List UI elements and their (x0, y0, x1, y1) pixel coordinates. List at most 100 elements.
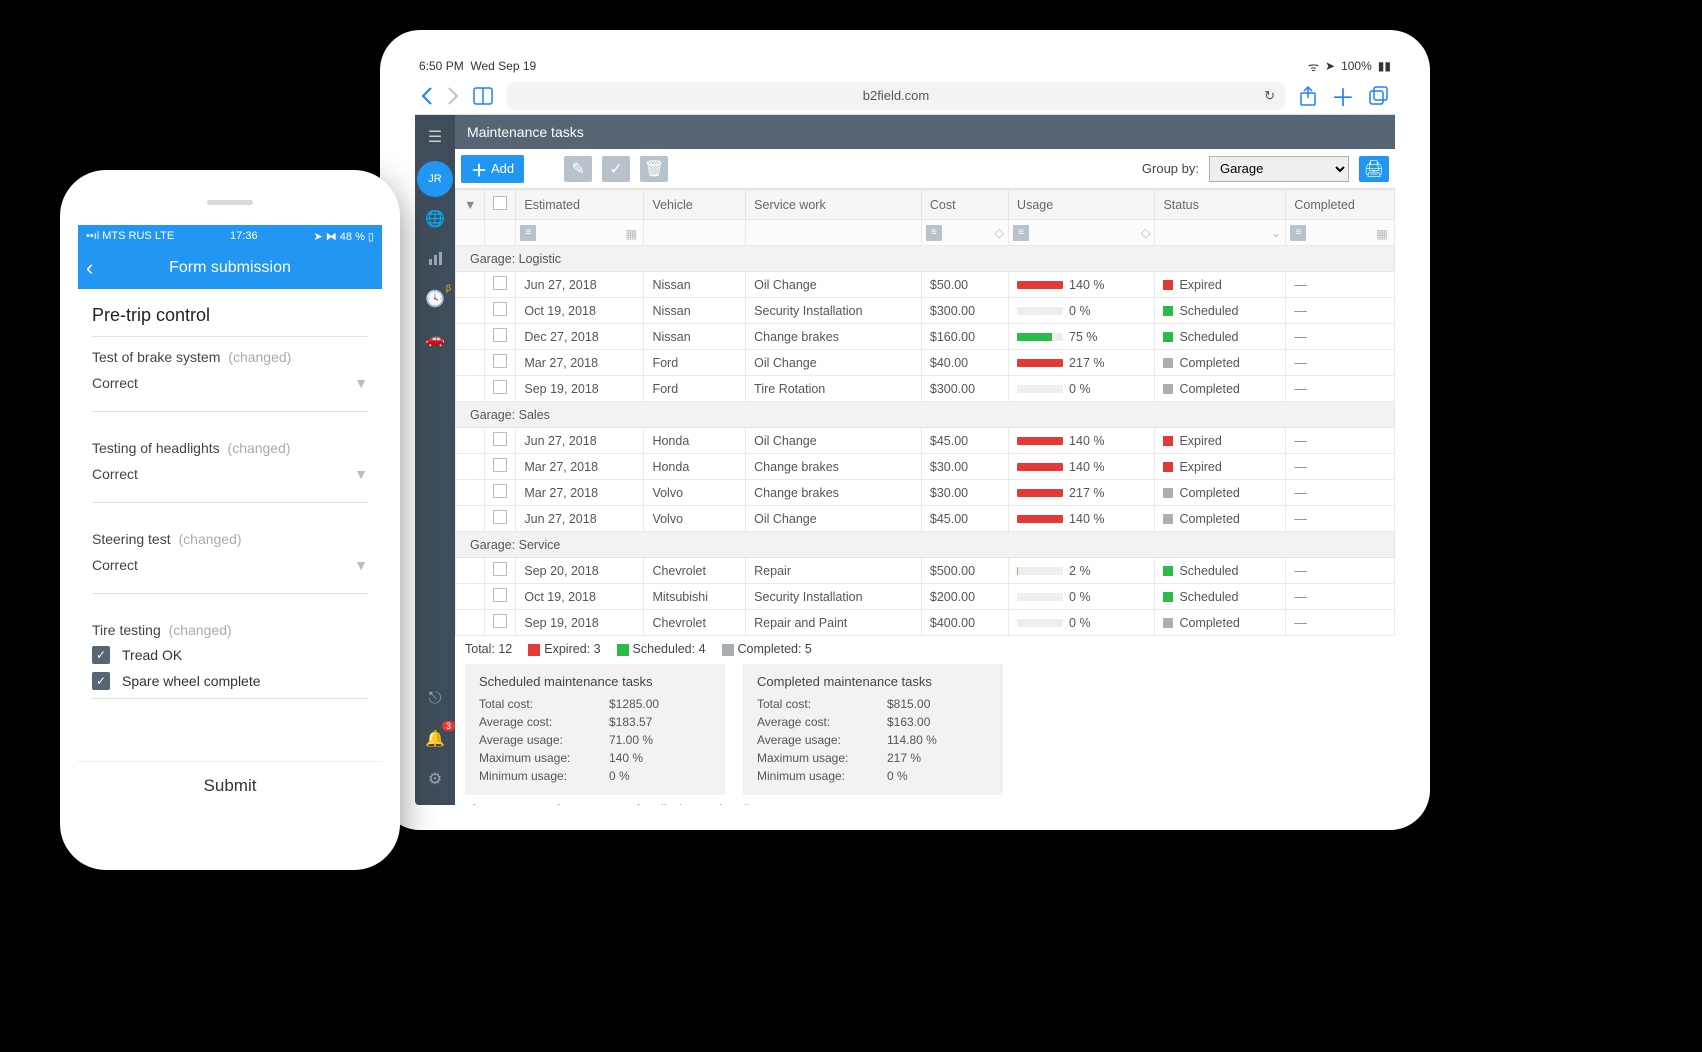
col-service[interactable]: Service work (746, 190, 922, 220)
row-checkbox[interactable] (493, 484, 507, 498)
stat-row: Average usage:71.00 % (479, 731, 711, 749)
sort-icon[interactable]: ◇ (1141, 225, 1151, 240)
table-row[interactable]: Sep 20, 2018ChevroletRepair$500.002 %Sch… (456, 558, 1395, 584)
row-checkbox[interactable] (493, 588, 507, 602)
filter-op-icon[interactable]: ≡ (520, 225, 536, 241)
cell-date: Mar 27, 2018 (516, 480, 644, 506)
cell-completed: — (1286, 324, 1395, 350)
sidebar-notifications-icon[interactable]: 🔔3 (417, 721, 453, 757)
steering-dropdown[interactable]: Correct▼ (92, 547, 368, 583)
groupby-select[interactable]: Garage (1209, 156, 1349, 182)
table-row[interactable]: Dec 27, 2018NissanChange brakes$160.0075… (456, 324, 1395, 350)
dropdown-icon[interactable]: ⌄ (1271, 225, 1281, 240)
reload-icon[interactable]: ↻ (1264, 88, 1275, 104)
cell-cost: $500.00 (921, 558, 1008, 584)
col-status[interactable]: Status (1155, 190, 1286, 220)
spare-checkbox-row[interactable]: ✓Spare wheel complete (92, 672, 368, 690)
table-row[interactable]: Jun 27, 2018NissanOil Change$50.00140 %E… (456, 272, 1395, 298)
table-row[interactable]: Sep 19, 2018ChevroletRepair and Paint$40… (456, 610, 1395, 636)
table-container[interactable]: ▼ Estimated Vehicle Service work Cost Us… (455, 189, 1395, 805)
row-checkbox[interactable] (493, 328, 507, 342)
delete-button[interactable]: 🗑 (640, 156, 668, 182)
back-button[interactable]: ‹ (86, 255, 93, 281)
row-checkbox[interactable] (493, 510, 507, 524)
bookmarks-icon[interactable] (473, 87, 493, 105)
filter-op-icon[interactable]: ≡ (1290, 225, 1306, 241)
print-button[interactable]: 🖨 (1359, 156, 1389, 182)
col-vehicle[interactable]: Vehicle (644, 190, 746, 220)
sidebar-logout-icon[interactable]: ⎋ (417, 681, 453, 717)
wifi-icon: ᯤ (1308, 58, 1319, 75)
row-checkbox[interactable] (493, 614, 507, 628)
cell-usage: 217 % (1009, 350, 1155, 376)
col-cost[interactable]: Cost (921, 190, 1008, 220)
row-checkbox[interactable] (493, 562, 507, 576)
group-row[interactable]: Garage: Logistic (456, 246, 1395, 272)
group-row[interactable]: Garage: Sales (456, 402, 1395, 428)
carrier: MTS RUS LTE (102, 230, 174, 242)
tire-label: Tire testing (changed) (92, 622, 368, 638)
nav-back-icon[interactable] (421, 87, 433, 105)
cell-service: Change brakes (746, 454, 922, 480)
form-body[interactable]: Pre-trip control Test of brake system (c… (78, 289, 382, 761)
confirm-button[interactable]: ✓ (602, 156, 630, 182)
user-avatar[interactable]: JR (417, 161, 453, 197)
cell-service: Oil Change (746, 350, 922, 376)
share-icon[interactable] (1299, 86, 1317, 106)
row-checkbox[interactable] (493, 380, 507, 394)
chevron-down-icon: ▼ (354, 466, 368, 482)
table-row[interactable]: Jun 27, 2018HondaOil Change$45.00140 %Ex… (456, 428, 1395, 454)
phone-battery: 48 % (340, 231, 365, 243)
date-picker-icon[interactable]: ▦ (625, 226, 639, 240)
table-row[interactable]: Mar 27, 2018FordOil Change$40.00217 %Com… (456, 350, 1395, 376)
status-icon (1163, 384, 1173, 394)
menu-toggle-icon[interactable]: ☰ (428, 127, 442, 147)
status-icon (1163, 306, 1173, 316)
row-checkbox[interactable] (493, 432, 507, 446)
edit-button[interactable]: ✎ (564, 156, 592, 182)
sidebar-globe-icon[interactable]: 🌐 (417, 201, 453, 237)
brake-dropdown[interactable]: Correct▼ (92, 365, 368, 401)
stat-row: Maximum usage:217 % (757, 749, 989, 767)
add-button[interactable]: ＋Add (461, 155, 524, 183)
sidebar-fleet-icon[interactable]: 🚗 (417, 321, 453, 357)
safari-toolbar: b2field.com ↻ ＋ (415, 77, 1395, 115)
cell-cost: $300.00 (921, 298, 1008, 324)
tread-checkbox-row[interactable]: ✓Tread OK (92, 646, 368, 664)
row-checkbox[interactable] (493, 354, 507, 368)
col-usage[interactable]: Usage (1009, 190, 1155, 220)
table-row[interactable]: Sep 19, 2018FordTire Rotation$300.000 %C… (456, 376, 1395, 402)
sort-icon[interactable]: ◇ (994, 225, 1004, 240)
filter-icon[interactable]: ▼ (464, 198, 476, 212)
sidebar-history-icon[interactable]: 🕓β (417, 281, 453, 317)
table-row[interactable]: Oct 19, 2018NissanSecurity Installation$… (456, 298, 1395, 324)
filter-op-icon[interactable]: ≡ (1013, 225, 1029, 241)
table-row[interactable]: Jun 27, 2018VolvoOil Change$45.00140 %Co… (456, 506, 1395, 532)
url-bar[interactable]: b2field.com ↻ (507, 82, 1285, 110)
toolbar: ＋Add ✎ ✓ 🗑 Group by: Garage 🖨 (455, 149, 1395, 189)
row-checkbox[interactable] (493, 302, 507, 316)
sidebar-reports-icon[interactable] (417, 241, 453, 277)
row-checkbox[interactable] (493, 276, 507, 290)
header-title: Form submission (169, 259, 291, 277)
nav-forward-icon (447, 87, 459, 105)
col-completed[interactable]: Completed (1286, 190, 1395, 220)
cell-vehicle: Honda (644, 454, 746, 480)
filter-op-icon[interactable]: ≡ (926, 225, 942, 241)
headlights-dropdown[interactable]: Correct▼ (92, 456, 368, 492)
table-row[interactable]: Mar 27, 2018VolvoChange brakes$30.00217 … (456, 480, 1395, 506)
group-row[interactable]: Garage: Service (456, 532, 1395, 558)
table-row[interactable]: Oct 19, 2018MitsubishiSecurity Installat… (456, 584, 1395, 610)
col-estimated[interactable]: Estimated (516, 190, 644, 220)
cell-vehicle: Nissan (644, 298, 746, 324)
date-picker-icon[interactable]: ▦ (1376, 226, 1390, 240)
table-row[interactable]: Mar 27, 2018HondaChange brakes$30.00140 … (456, 454, 1395, 480)
sidebar-settings-icon[interactable]: ⚙ (417, 761, 453, 797)
tabs-icon[interactable] (1369, 86, 1389, 106)
stat-row: Minimum usage:0 % (479, 767, 711, 785)
select-all-checkbox[interactable] (493, 196, 507, 210)
submit-button[interactable]: Submit (78, 761, 382, 810)
row-checkbox[interactable] (493, 458, 507, 472)
spare-label: Spare wheel complete (122, 673, 261, 689)
new-tab-icon[interactable]: ＋ (1331, 78, 1355, 113)
